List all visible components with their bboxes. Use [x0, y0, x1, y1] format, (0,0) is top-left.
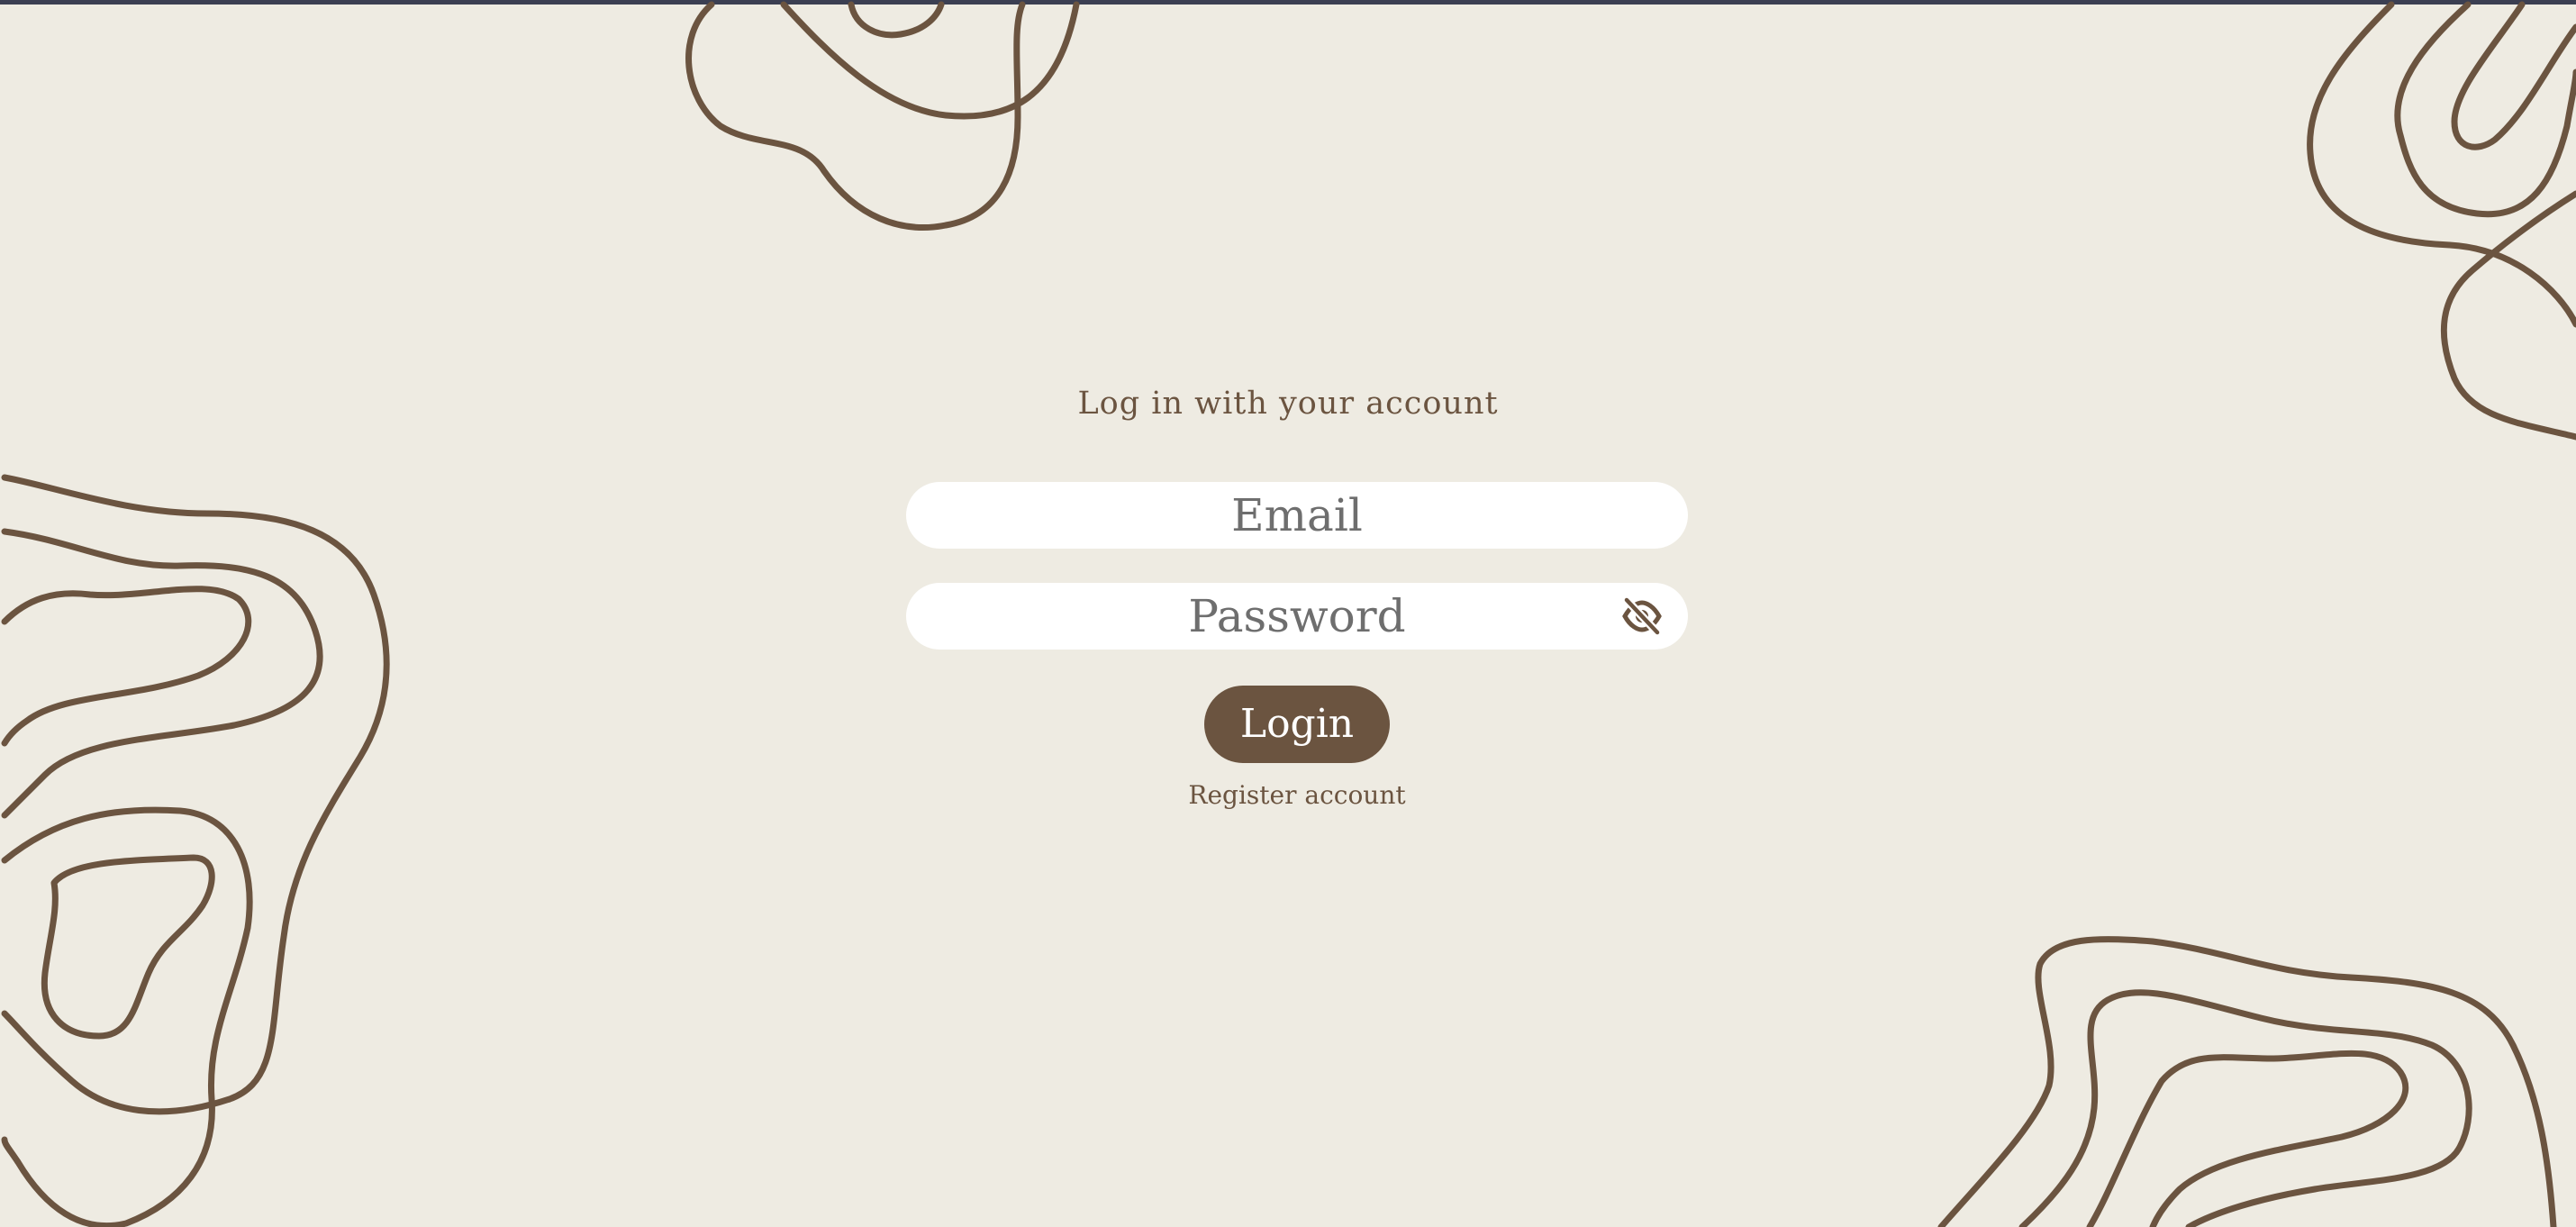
login-button[interactable]: Login	[1204, 686, 1390, 763]
email-field[interactable]	[906, 482, 1688, 549]
register-account-link[interactable]: Register account	[1117, 780, 1477, 810]
page-title: Log in with your account	[1077, 386, 1499, 422]
email-input[interactable]	[906, 482, 1688, 549]
eye-slash-icon[interactable]	[1621, 595, 1663, 637]
password-input[interactable]	[906, 583, 1688, 650]
top-strip	[0, 0, 2576, 5]
password-field[interactable]	[906, 583, 1688, 650]
